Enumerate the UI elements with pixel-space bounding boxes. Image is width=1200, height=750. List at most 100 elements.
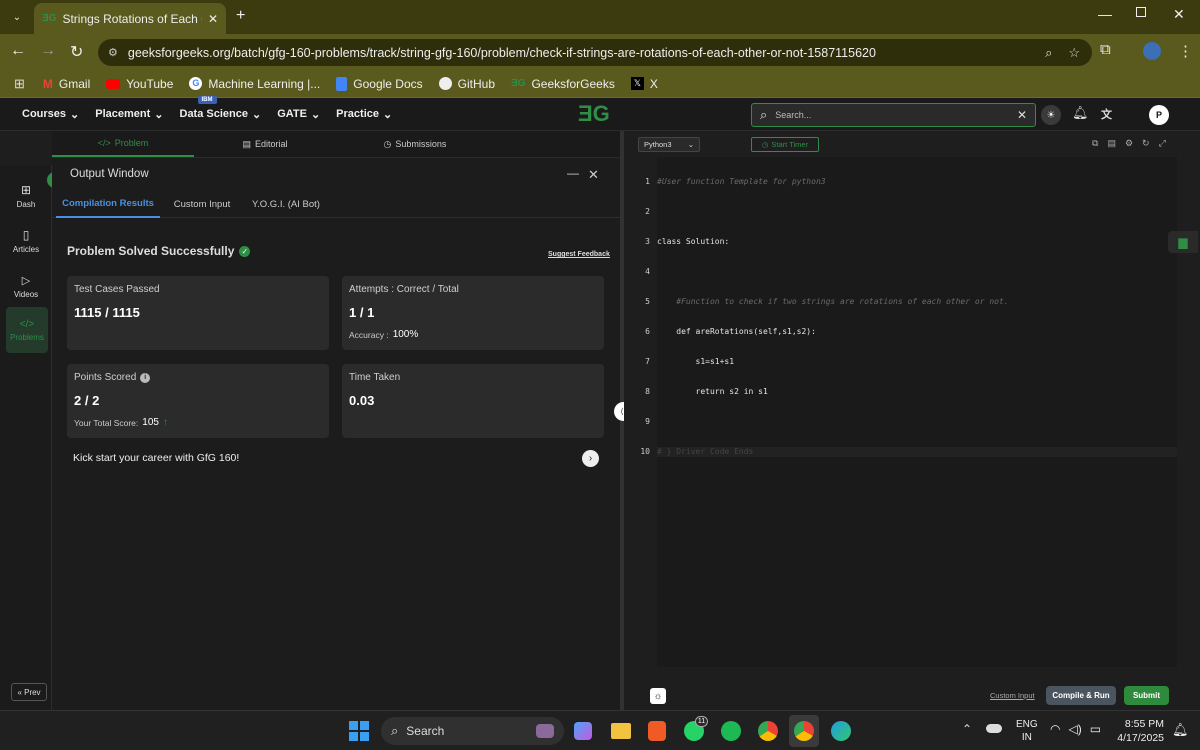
nav-courses[interactable]: Courses ⌄ [22,108,79,121]
nav-practice[interactable]: Practice ⌄ [336,108,392,121]
nav-placement[interactable]: Placement ⌄ [95,108,163,121]
prev-button[interactable]: « Prev [11,683,47,701]
custom-input-link[interactable]: Custom Input [990,691,1035,700]
bookmark-google-docs[interactable]: Google Docs [336,76,423,91]
copy-icon[interactable]: ⧉ [1092,138,1098,149]
bookmark-github[interactable]: GitHub [438,77,495,91]
code-line: # } Driver Code Ends [657,447,1177,457]
x-icon: 𝕏 [630,77,644,90]
close-output-icon[interactable]: ✕ [588,167,599,183]
profile-avatar[interactable] [1143,42,1161,60]
line-number: 3 [645,237,650,246]
fullscreen-icon[interactable]: ⤢ [1159,138,1166,149]
tab-editorial[interactable]: ▤ Editorial [194,131,336,157]
rail-dash[interactable]: ⊞ Dash [0,173,52,219]
browser-tab-strip: ⌄ ƎG Strings Rotations of Each Other ✕ +… [0,0,1200,34]
zoom-icon[interactable]: ⌕ [1045,45,1052,61]
timer-icon: ◷ [761,140,769,149]
browser-tab[interactable]: ƎG Strings Rotations of Each Other ✕ [34,3,226,34]
bookmark-x[interactable]: 𝕏X [630,77,658,91]
site-info-icon[interactable]: ⚙ [108,46,118,59]
back-icon[interactable]: ← [10,42,26,60]
output-title: Output Window [70,168,149,180]
start-timer-button[interactable]: ◷ Start Timer [751,137,819,152]
reload-icon[interactable]: ↻ [70,42,83,62]
rail-videos[interactable]: ▷ Videos [0,263,52,309]
submit-button[interactable]: Submit [1124,686,1169,705]
chevron-up-icon[interactable]: ⌃ [962,722,972,736]
tab-yogi-bot[interactable]: Y.O.G.I. (AI Bot) [246,190,326,218]
document-icon: ▤ [242,138,251,149]
address-bar[interactable]: ⚙ geeksforgeeks.org/batch/gfg-160-proble… [98,39,1092,66]
left-rail: › ⊞Dash ▯Articles ▷Videos </>Problems « … [0,165,63,710]
suggest-feedback-link[interactable]: Suggest Feedback [548,251,610,258]
window-close-icon[interactable]: ✕ [1173,6,1185,23]
forward-icon[interactable]: → [40,42,56,60]
search-icon: ⌕ [760,107,768,122]
spotify-icon[interactable] [721,721,741,741]
points-value: 2 / 2 [74,393,100,408]
tab-problem[interactable]: </> Problem [52,131,194,157]
gfg-logo[interactable]: ƎG [578,101,610,127]
notification-bell-icon[interactable]: 🔔︎ [1072,105,1089,121]
chrome-icon[interactable] [758,721,778,741]
line-number-gutter: 1 2 3 4 5 6 7 8 9 10 [624,155,656,680]
extensions-icon[interactable]: ⧉ [1100,41,1111,58]
rail-articles[interactable]: ▯ Articles [0,218,52,264]
bookmark-youtube[interactable]: YouTube [106,77,173,91]
tab-close-icon[interactable]: ✕ [208,12,218,26]
onedrive-icon[interactable] [986,724,1002,733]
reset-icon[interactable]: ↻ [1142,138,1150,149]
attempts-card: Attempts : Correct / Total 1 / 1 Accurac… [342,276,604,350]
new-tab-icon[interactable]: + [236,7,245,25]
file-explorer-icon[interactable] [611,723,631,739]
minimize-icon[interactable]: — [1098,6,1112,22]
edge-icon[interactable] [831,721,851,741]
user-avatar[interactable]: P [1149,105,1169,125]
chat-icon[interactable]: ▆ [1168,231,1198,253]
clock-icon: ◷ [383,138,392,149]
settings-icon[interactable]: ⚙ [1125,138,1133,149]
tab-custom-input[interactable]: Custom Input [166,190,238,218]
translate-icon[interactable]: 文 [1101,106,1112,122]
file-icon[interactable]: ▤ [1107,138,1116,149]
bookmark-gmail[interactable]: M Gmail [43,77,90,91]
tab-submissions[interactable]: ◷ Submissions [336,131,494,157]
promo-arrow-button[interactable]: › [582,450,599,467]
taskbar-search[interactable]: ⌕ Search [381,717,564,745]
windows-taskbar: ⌕ Search 11 ⌃ ENG IN ◠ ◁) ▭ 8:55 PM 4/17… [0,710,1200,750]
gfg-search-input[interactable]: ⌕ Search... ✕ [751,103,1036,127]
rail-problems[interactable]: </> Problems [6,307,48,353]
minimize-output-icon[interactable]: — [567,166,579,180]
clock[interactable]: 8:55 PM 4/17/2025 [1114,717,1164,745]
language-indicator[interactable]: ENG IN [1016,718,1038,744]
code-area[interactable]: #User function Template for python3 clas… [657,157,1177,667]
windows-start-icon[interactable] [349,721,369,741]
language-select[interactable]: Python3 ⌄ [638,137,700,152]
lightbulb-icon[interactable]: ☼ [650,688,666,704]
tab-compilation-results[interactable]: Compilation Results [56,190,160,218]
tab-list-button[interactable]: ⌄ [6,7,28,27]
menu-icon[interactable]: ⋮ [1178,42,1193,60]
bookmark-machine-learning[interactable]: G Machine Learning |... [189,77,320,91]
apps-grid-icon[interactable]: ⊞ [14,76,25,92]
volume-icon: ◁) [1068,722,1082,736]
copilot-icon[interactable] [574,722,592,740]
compile-run-button[interactable]: Compile & Run [1046,686,1116,705]
bookmark-geeksforgeeks[interactable]: ƎG GeeksforGeeks [511,77,615,91]
restore-icon[interactable] [1136,7,1146,17]
notification-center-icon[interactable]: 🔔︎ [1172,722,1189,738]
bookmark-star-icon[interactable]: ☆ [1068,45,1080,61]
clear-search-icon[interactable]: ✕ [1017,108,1027,122]
brave-browser-icon[interactable] [648,721,666,741]
nav-data-science[interactable]: IBM Data Science ⌄ [180,95,261,121]
system-tray[interactable]: ◠ ◁) ▭ [1050,722,1101,736]
nav-gate[interactable]: GATE ⌄ [277,108,320,121]
gfg-favicon-icon: ƎG [42,13,57,24]
book-icon: ▯ [22,228,30,242]
info-icon[interactable]: i [140,372,151,383]
status-heading: Problem Solved Successfully ✓ [67,244,251,258]
video-icon: ▷ [21,274,31,287]
theme-toggle-icon[interactable]: ☀ [1041,105,1061,125]
